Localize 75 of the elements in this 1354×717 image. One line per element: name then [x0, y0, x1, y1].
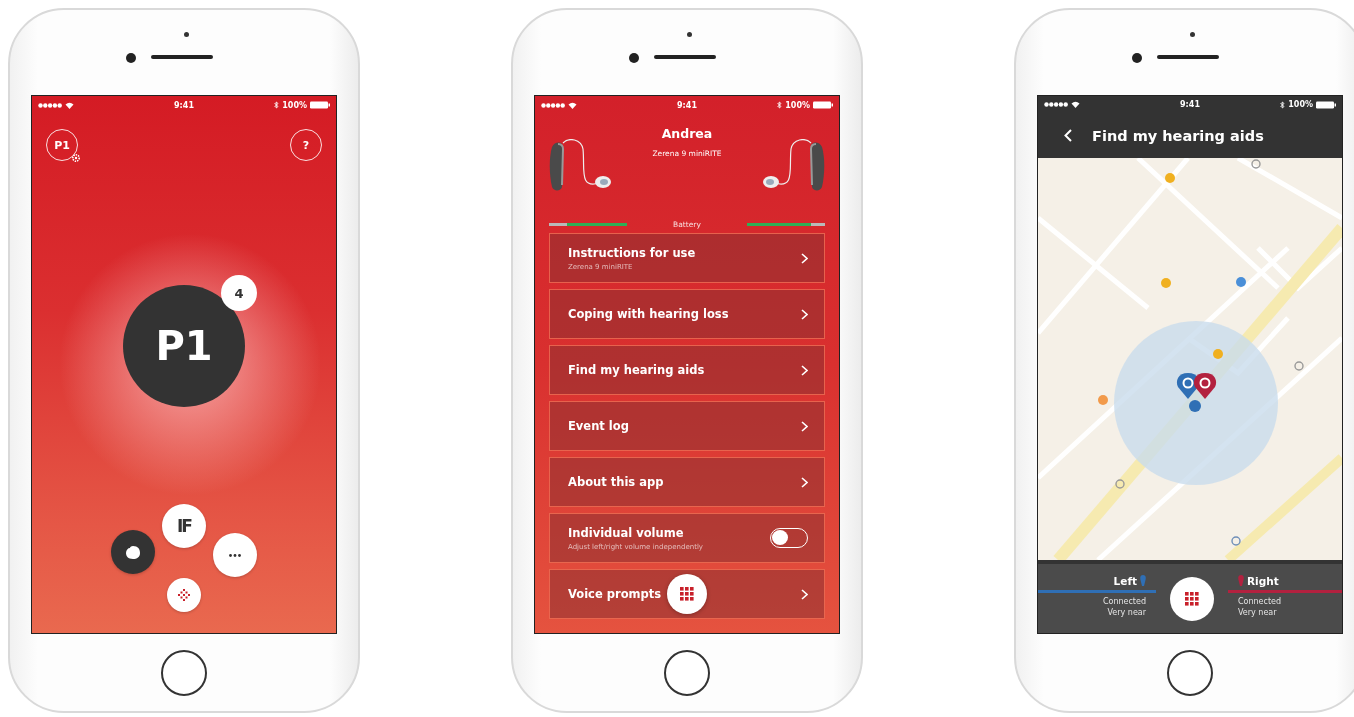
signal-icon [38, 102, 62, 108]
applet-button[interactable]: IF [162, 504, 206, 548]
more-button[interactable] [213, 533, 257, 577]
speaker-grille [654, 55, 716, 59]
chevron-right-icon [801, 476, 808, 488]
bluetooth-icon [1280, 100, 1286, 109]
battery-percent: 100% [1288, 100, 1313, 110]
menu-row-title: About this app [568, 475, 664, 489]
sensor-dot [687, 32, 692, 37]
bluetooth-icon [274, 101, 280, 109]
menu-grid-button[interactable] [1170, 576, 1214, 621]
battery-icon [813, 101, 833, 109]
side-label: Left [1113, 573, 1137, 588]
chevron-right-icon [801, 420, 808, 432]
menu-row-title: Coping with hearing loss [568, 307, 729, 321]
sound-button[interactable] [111, 530, 155, 574]
menu-row-title: Voice prompts [568, 587, 662, 601]
sensor-dot [184, 32, 189, 37]
program-label: P1 [155, 323, 213, 369]
menu-row[interactable]: Voice prompts [549, 569, 825, 619]
home-button[interactable] [664, 649, 710, 696]
chevron-right-icon [801, 308, 808, 320]
grid-icon [680, 587, 694, 601]
camera-lens [1132, 53, 1142, 63]
wifi-icon [65, 101, 74, 109]
menu-row-title: Event log [568, 419, 629, 433]
battery-percent: 100% [785, 100, 810, 110]
speaker-grille [1157, 55, 1219, 59]
menu-row[interactable]: Event log [549, 401, 825, 451]
home-button[interactable] [1167, 649, 1213, 696]
remote-button[interactable] [167, 578, 201, 612]
back-button[interactable] [1064, 129, 1072, 143]
menu-row[interactable]: Find my hearing aids [549, 345, 825, 395]
camera-lens [126, 53, 136, 63]
connection-status: Connected [1101, 595, 1147, 607]
grid-icon [1185, 591, 1199, 606]
sensor-dot [1190, 32, 1195, 37]
connection-status: Connected [1237, 595, 1283, 607]
chevron-right-icon [801, 252, 808, 264]
menu-row-title: Individual volume [568, 525, 684, 540]
screen-title: Find my hearing aids [1092, 127, 1264, 144]
user-name: Andrea [661, 126, 713, 141]
wifi-icon [568, 101, 577, 109]
menu-row[interactable]: About this app [549, 457, 825, 507]
camera-lens [629, 53, 639, 63]
location-pin[interactable] [1193, 372, 1217, 399]
bluetooth-icon [777, 101, 783, 109]
side-label: Right [1247, 573, 1279, 588]
menu-row-title: Instructions for use [568, 245, 696, 260]
signal-icon [541, 102, 565, 108]
menu-row[interactable]: Coping with hearing loss [549, 289, 825, 339]
chevron-right-icon [801, 364, 808, 376]
wifi-icon [1071, 101, 1080, 109]
signal-icon [1044, 102, 1068, 108]
speaker-grille [151, 55, 213, 59]
home-button[interactable] [161, 649, 207, 696]
menu-grid-button[interactable] [667, 574, 707, 614]
menu-row-title: Find my hearing aids [568, 363, 705, 377]
blob-icon [125, 544, 141, 560]
distance-status: Very near [1106, 606, 1147, 618]
chevron-right-icon [801, 588, 808, 600]
back-chevron-icon [1064, 129, 1072, 143]
battery-icon [310, 101, 330, 109]
status-time: 9:41 [1180, 100, 1200, 110]
status-time: 9:41 [677, 100, 697, 110]
battery-percent: 100% [282, 100, 307, 110]
status-time: 9:41 [174, 100, 194, 110]
hearing-aid-icon [1140, 575, 1146, 587]
ellipsis-icon [229, 553, 241, 557]
distance-status: Very near [1237, 606, 1278, 618]
program-count-badge: 4 [221, 275, 257, 311]
gear-icon [71, 153, 81, 163]
hearing-aid-icon [1238, 575, 1244, 587]
diamond-dots-icon [178, 589, 190, 601]
battery-icon [1316, 100, 1336, 109]
